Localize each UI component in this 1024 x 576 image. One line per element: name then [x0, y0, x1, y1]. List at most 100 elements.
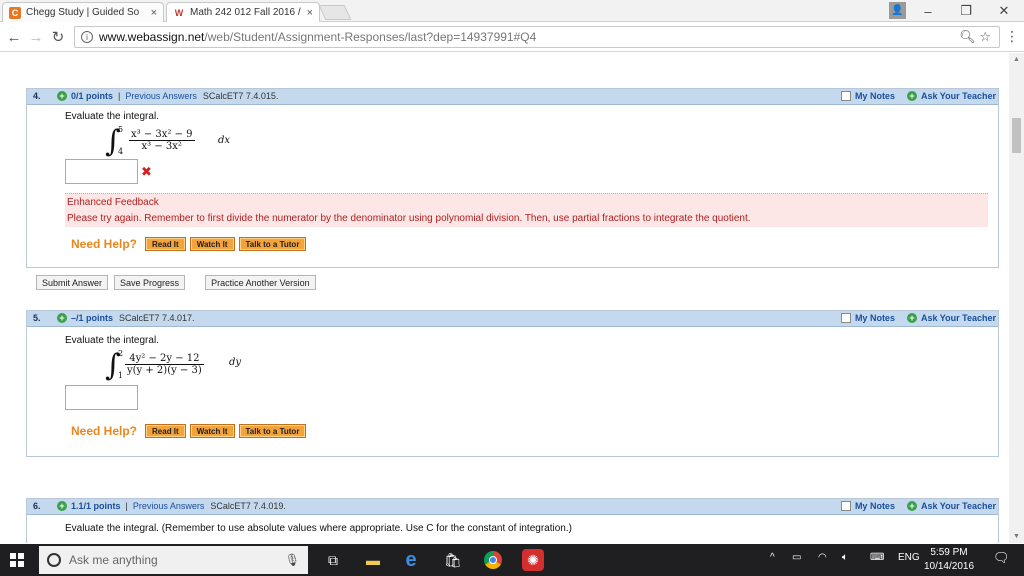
question-reference: SCalcET7 7.4.015. — [202, 91, 279, 101]
notifications-icon[interactable]: 🗨︎ — [993, 550, 1010, 566]
save-progress-button[interactable]: Save Progress — [114, 275, 186, 290]
microphone-icon[interactable]: 🎙︎ — [285, 553, 300, 567]
question-6: 6. + 1.1/1 points | Previous Answers SCa… — [26, 498, 999, 543]
tab-title: Chegg Study | Guided So — [26, 7, 140, 18]
need-help-label: Need Help? — [71, 424, 138, 438]
feedback-text: Please try again. Remember to first divi… — [67, 213, 751, 224]
restore-button[interactable]: ❐ — [946, 0, 986, 22]
question-points: + 0/1 points | Previous Answers SCalcET7… — [57, 91, 278, 101]
enhanced-feedback: Enhanced Feedback Please try again. Reme… — [65, 193, 988, 227]
keyboard-icon[interactable]: ⌨ — [870, 552, 884, 563]
profile-icon[interactable]: 👤 — [889, 2, 906, 19]
clock-date: 10/14/2016 — [923, 561, 975, 572]
read-it-button[interactable]: Read It — [145, 237, 186, 251]
address-bar[interactable]: i www.webassign.net/web/Student/Assignme… — [74, 26, 1000, 48]
tab-chegg[interactable]: C Chegg Study | Guided So × — [2, 2, 164, 22]
watch-it-button[interactable]: Watch It — [189, 237, 235, 251]
close-icon[interactable]: × — [307, 7, 313, 19]
scroll-thumb[interactable] — [1012, 118, 1021, 153]
webassign-icon: W — [173, 6, 185, 19]
webassign-page: 4. + 0/1 points | Previous Answers SCalc… — [0, 53, 1024, 543]
battery-icon[interactable]: ▭ — [792, 552, 801, 563]
chrome-icon[interactable] — [482, 549, 504, 571]
store-icon[interactable]: 🛍︎ — [442, 549, 464, 571]
file-explorer-icon[interactable]: ▬ — [362, 549, 384, 571]
close-window-button[interactable]: ✕ — [984, 0, 1024, 22]
app-icon[interactable]: ✺ — [522, 549, 544, 571]
edge-icon[interactable]: e — [400, 549, 422, 571]
question-number: 4. — [33, 91, 41, 101]
question-prompt: Evaluate the integral. (Remember to use … — [65, 523, 572, 534]
search-placeholder: Ask me anything — [69, 553, 158, 567]
close-icon[interactable]: × — [151, 7, 157, 19]
submit-answer-button[interactable]: Submit Answer — [36, 275, 109, 290]
question-number: 5. — [33, 313, 41, 323]
browser-tab-strip: C Chegg Study | Guided So × W Math 242 0… — [0, 0, 1024, 22]
scroll-up-icon[interactable]: ▲ — [1013, 56, 1020, 63]
integral-expression: ∫ 2 1 4y² − 2y − 12 y(y + 2)(y − 3) dy — [105, 348, 242, 383]
ask-teacher-link[interactable]: Ask Your Teacher — [921, 313, 996, 323]
browser-toolbar: ← → ↻ i www.webassign.net/web/Student/As… — [0, 22, 1024, 52]
language-indicator[interactable]: ENG — [898, 552, 920, 563]
chegg-icon: C — [9, 6, 21, 19]
volume-icon[interactable]: 🔈︎ — [842, 552, 848, 563]
zoom-star-icons[interactable]: 🔍︎ ☆ — [959, 29, 991, 45]
cortana-search-box[interactable]: Ask me anything 🎙︎ — [39, 546, 308, 574]
wifi-icon[interactable]: ◠ — [818, 552, 827, 563]
read-it-button[interactable]: Read It — [145, 424, 186, 438]
ask-teacher-link[interactable]: Ask Your Teacher — [921, 91, 996, 101]
question-reference: SCalcET7 7.4.017. — [119, 313, 195, 323]
scroll-down-icon[interactable]: ▼ — [1013, 533, 1020, 540]
windows-start-icon[interactable] — [10, 553, 24, 567]
expand-icon[interactable]: + — [57, 501, 67, 511]
expand-icon[interactable]: + — [57, 313, 67, 323]
menu-icon[interactable]: ⋮ — [1005, 28, 1019, 45]
tray-overflow-icon[interactable]: ^ — [770, 552, 775, 563]
windows-taskbar: Ask me anything 🎙︎ ⧉ ▬ e 🛍︎ ✺ ^ ▭ ◠ 🔈︎ ⌨… — [0, 544, 1024, 576]
talk-tutor-button[interactable]: Talk to a Tutor — [238, 424, 307, 438]
ask-teacher-link[interactable]: Ask Your Teacher — [921, 501, 996, 511]
ask-teacher-icon[interactable]: + — [906, 313, 917, 323]
task-view-icon[interactable]: ⧉ — [322, 549, 344, 571]
my-notes-checkbox[interactable] — [840, 91, 851, 101]
forward-icon[interactable]: → — [26, 27, 46, 47]
need-help-label: Need Help? — [71, 237, 138, 251]
my-notes-link[interactable]: My Notes — [855, 91, 895, 101]
question-prompt: Evaluate the integral. — [65, 111, 159, 122]
question-prompt: Evaluate the integral. — [65, 335, 159, 346]
system-clock[interactable]: 5:59 PM 10/14/2016 — [921, 546, 977, 574]
answer-input[interactable] — [65, 385, 138, 410]
new-tab-button[interactable] — [318, 5, 352, 20]
talk-tutor-button[interactable]: Talk to a Tutor — [238, 237, 307, 251]
cortana-icon — [47, 553, 61, 567]
back-icon[interactable]: ← — [4, 27, 24, 47]
reload-icon[interactable]: ↻ — [48, 27, 68, 47]
my-notes-checkbox[interactable] — [840, 501, 851, 511]
my-notes-link[interactable]: My Notes — [855, 313, 895, 323]
info-icon[interactable]: i — [81, 31, 93, 43]
incorrect-icon: ✖ — [141, 164, 152, 179]
previous-answers-link[interactable]: Previous Answers — [125, 91, 197, 101]
integral-expression: ∫ 5 4 x³ − 3x² − 9 x³ − 3x² dx — [105, 124, 231, 159]
need-help-row: Need Help? Read It Watch It Talk to a Tu… — [71, 424, 310, 438]
submit-row: Submit Answer Save Progress Practice Ano… — [36, 275, 322, 290]
question-header: 4. + 0/1 points | Previous Answers SCalc… — [27, 89, 998, 105]
url-text: www.webassign.net/web/Student/Assignment… — [99, 30, 537, 44]
tab-webassign[interactable]: W Math 242 012 Fall 2016 / × — [166, 2, 320, 22]
question-points: + 1.1/1 points | Previous Answers SCalcE… — [57, 501, 286, 511]
previous-answers-link[interactable]: Previous Answers — [133, 501, 205, 511]
my-notes-link[interactable]: My Notes — [855, 501, 895, 511]
question-tools: My Notes + Ask Your Teacher — [840, 313, 996, 323]
question-points: + –/1 points SCalcET7 7.4.017. — [57, 313, 195, 323]
page-scrollbar[interactable]: ▲ ▼ — [1009, 53, 1024, 543]
question-tools: My Notes + Ask Your Teacher — [840, 501, 996, 511]
ask-teacher-icon[interactable]: + — [906, 91, 917, 101]
ask-teacher-icon[interactable]: + — [906, 501, 917, 511]
clock-time: 5:59 PM — [930, 547, 968, 558]
my-notes-checkbox[interactable] — [840, 313, 851, 323]
minimize-button[interactable]: – — [908, 0, 948, 22]
expand-icon[interactable]: + — [57, 91, 67, 101]
practice-version-button[interactable]: Practice Another Version — [205, 275, 316, 290]
watch-it-button[interactable]: Watch It — [189, 424, 235, 438]
answer-input[interactable] — [65, 159, 138, 184]
